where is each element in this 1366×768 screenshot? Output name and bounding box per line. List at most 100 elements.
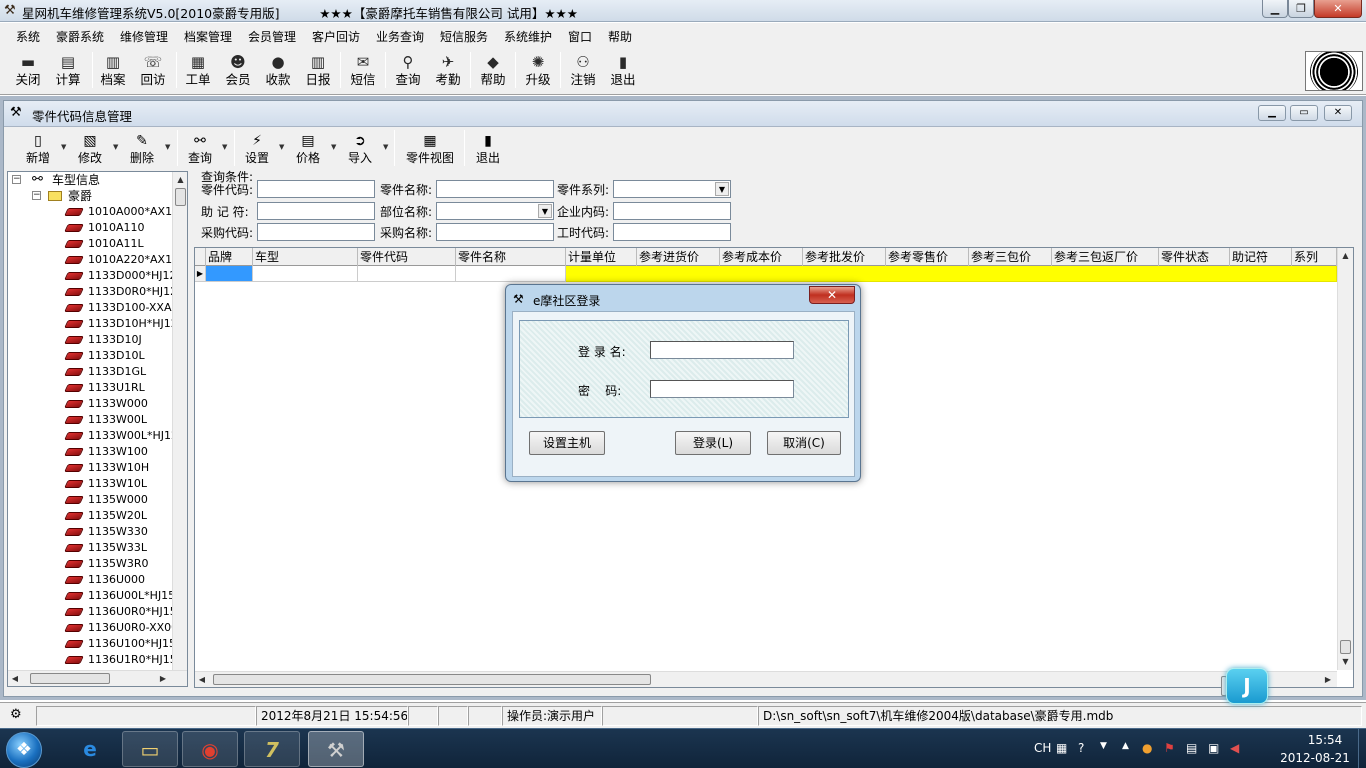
scroll-left-icon[interactable]: ◀ bbox=[195, 672, 209, 687]
taskbar-7zip-icon[interactable]: 7 bbox=[244, 731, 300, 767]
clock-date[interactable]: 2012-08-21 bbox=[1270, 751, 1360, 765]
tree-item[interactable]: 1136U000 bbox=[64, 572, 145, 588]
tree-vscroll-thumb[interactable] bbox=[175, 188, 186, 206]
menu-archive[interactable]: 档案管理 bbox=[184, 28, 232, 45]
tree-item[interactable]: 1010A000*AX100 bbox=[64, 204, 186, 220]
col-part-name[interactable]: 零件名称 bbox=[456, 248, 566, 266]
show-desktop-button[interactable] bbox=[1358, 729, 1366, 768]
purchase-name-input[interactable] bbox=[436, 223, 554, 241]
toolbar-payment-button[interactable]: ● 收款 bbox=[258, 47, 298, 93]
scroll-up-icon[interactable]: ▲ bbox=[173, 172, 187, 188]
taskbar-chrome-icon[interactable]: ◉ bbox=[182, 731, 238, 767]
cancel-button[interactable]: 取消(C) bbox=[767, 431, 841, 455]
edit-dropdown-arrow[interactable]: ▼ bbox=[113, 143, 118, 151]
price-dropdown-arrow[interactable]: ▼ bbox=[331, 143, 336, 151]
toolbar-member-button[interactable]: ☻ 会员 bbox=[218, 47, 258, 93]
tree-vertical-scrollbar[interactable]: ▲ bbox=[172, 172, 187, 670]
menu-maintenance[interactable]: 系统维护 bbox=[504, 28, 552, 45]
toolbar-sms-button[interactable]: ✉ 短信 bbox=[343, 47, 383, 93]
scroll-right-icon[interactable]: ▶ bbox=[156, 671, 170, 686]
col-part-code[interactable]: 零件代码 bbox=[358, 248, 456, 266]
grid-hscroll-thumb[interactable] bbox=[213, 674, 651, 685]
menu-help[interactable]: 帮助 bbox=[608, 28, 632, 45]
query-button[interactable]: ⚯ 查询 bbox=[182, 128, 218, 170]
scroll-left-icon[interactable]: ◀ bbox=[8, 671, 22, 686]
child-maximize-button[interactable]: ▭ bbox=[1290, 105, 1318, 121]
tree-item[interactable]: 1136U0R0-XX00* bbox=[64, 620, 184, 636]
menu-customer-visit[interactable]: 客户回访 bbox=[312, 28, 360, 45]
grid-cell-selected[interactable] bbox=[206, 266, 253, 282]
grid-cell[interactable] bbox=[358, 266, 456, 282]
maximize-button[interactable]: ❐ bbox=[1288, 0, 1314, 18]
tree-item[interactable]: 1133W00L*HJ125 bbox=[64, 428, 185, 444]
volume-muted-icon[interactable]: ◀ bbox=[1230, 741, 1239, 755]
tree-item[interactable]: 1135W3R0 bbox=[64, 556, 149, 572]
tree-item[interactable]: 1133W10L bbox=[64, 476, 147, 492]
grid-vertical-scrollbar[interactable]: ▲ ▼ bbox=[1337, 248, 1353, 670]
tree-item[interactable]: 1135W330 bbox=[64, 524, 148, 540]
col-ref-cost-price[interactable]: 参考成本价 bbox=[720, 248, 803, 266]
position-name-select[interactable]: ▼ bbox=[436, 202, 554, 220]
tree-hscroll-thumb[interactable] bbox=[30, 673, 110, 684]
set-host-button[interactable]: 设置主机 bbox=[529, 431, 605, 455]
tree-item[interactable]: 1133W10H bbox=[64, 460, 149, 476]
login-button[interactable]: 登录(L) bbox=[675, 431, 751, 455]
tree-item[interactable]: 1136U1R0*HJ150 bbox=[64, 652, 184, 668]
toolbar-upgrade-button[interactable]: ✺ 升级 bbox=[518, 47, 558, 93]
mnemonic-input[interactable] bbox=[257, 202, 375, 220]
col-unit[interactable]: 计量单位 bbox=[566, 248, 637, 266]
collapse-icon[interactable]: − bbox=[12, 175, 21, 184]
add-button[interactable]: ▯ 新增 bbox=[20, 128, 56, 170]
menu-sms[interactable]: 短信服务 bbox=[440, 28, 488, 45]
labor-code-input[interactable] bbox=[613, 223, 731, 241]
child-exit-button[interactable]: ▮ 退出 bbox=[470, 128, 506, 170]
start-button[interactable]: ❖ bbox=[6, 732, 42, 768]
username-input[interactable] bbox=[650, 341, 794, 359]
price-button[interactable]: ▤ 价格 bbox=[290, 128, 326, 170]
menu-system[interactable]: 系统 bbox=[16, 28, 40, 45]
parts-view-button[interactable]: ▦ 零件视图 bbox=[402, 128, 458, 170]
settings-dropdown-arrow[interactable]: ▼ bbox=[279, 143, 284, 151]
col-model[interactable]: 车型 bbox=[253, 248, 358, 266]
tree-item[interactable]: 1010A110 bbox=[64, 220, 145, 236]
toolbar-close-button[interactable]: ▬ 关闭 bbox=[8, 47, 48, 93]
tree-item[interactable]: 1135W33L bbox=[64, 540, 147, 556]
tree-item[interactable]: 1133W00L bbox=[64, 412, 147, 428]
taskbar-repair-app-icon[interactable]: ⚒ bbox=[308, 731, 364, 767]
child-close-button[interactable]: ✕ bbox=[1324, 105, 1352, 121]
part-name-input[interactable] bbox=[436, 180, 554, 198]
menu-window[interactable]: 窗口 bbox=[568, 28, 592, 45]
tree-item[interactable]: 1133D000*HJ125 bbox=[64, 268, 183, 284]
col-brand[interactable]: 品牌 bbox=[206, 248, 253, 266]
keyboard-icon[interactable]: ▦ bbox=[1056, 741, 1067, 755]
input-language[interactable]: CH bbox=[1034, 741, 1051, 755]
scroll-down-icon[interactable]: ▼ bbox=[1338, 654, 1353, 670]
taskbar-explorer-icon[interactable]: ▭ bbox=[122, 731, 178, 767]
tree-item[interactable]: 1135W000 bbox=[64, 492, 148, 508]
show-hidden-icons-icon[interactable]: ▲ bbox=[1122, 741, 1129, 751]
minimize-button[interactable]: ▁ bbox=[1262, 0, 1288, 18]
grid-vscroll-thumb[interactable] bbox=[1340, 640, 1351, 654]
tray-copy-icon[interactable]: ▤ bbox=[1186, 741, 1197, 755]
toolbar-work-order-button[interactable]: ▦ 工单 bbox=[178, 47, 218, 93]
tree-item[interactable]: 1133D10L bbox=[64, 348, 145, 364]
tree-item[interactable]: 1133D1GL bbox=[64, 364, 146, 380]
tree-item[interactable]: 1135W20L bbox=[64, 508, 147, 524]
tree-item[interactable]: 1133D0R0*HJ125 bbox=[64, 284, 184, 300]
col-ref-warranty-price[interactable]: 参考三包价 bbox=[969, 248, 1052, 266]
query-dropdown-arrow[interactable]: ▼ bbox=[222, 143, 227, 151]
child-minimize-button[interactable]: ▁ bbox=[1258, 105, 1286, 121]
clock-time[interactable]: 15:54 bbox=[1295, 733, 1355, 747]
tree-item[interactable]: 1136U00L*HJ150 bbox=[64, 588, 182, 604]
toolbar-calculate-button[interactable]: ▤ 计算 bbox=[48, 47, 88, 93]
tray-app-icon[interactable]: ● bbox=[1142, 741, 1152, 755]
delete-dropdown-arrow[interactable]: ▼ bbox=[165, 143, 170, 151]
col-ref-retail-price[interactable]: 参考零售价 bbox=[886, 248, 969, 266]
tree-item[interactable]: 1133W000 bbox=[64, 396, 148, 412]
vehicle-model-tree[interactable]: − ⚯ 车型信息 − 豪爵 1010A000*AX100 1010A110 10… bbox=[7, 171, 188, 687]
tree-item[interactable]: 1133D10H*HJ125 bbox=[64, 316, 185, 332]
col-mnemonic[interactable]: 助记符 bbox=[1230, 248, 1292, 266]
ime-dropdown-icon[interactable]: ▼ bbox=[1100, 741, 1107, 751]
toolbar-help-button[interactable]: ◆ 帮助 bbox=[473, 47, 513, 93]
purchase-code-input[interactable] bbox=[257, 223, 375, 241]
